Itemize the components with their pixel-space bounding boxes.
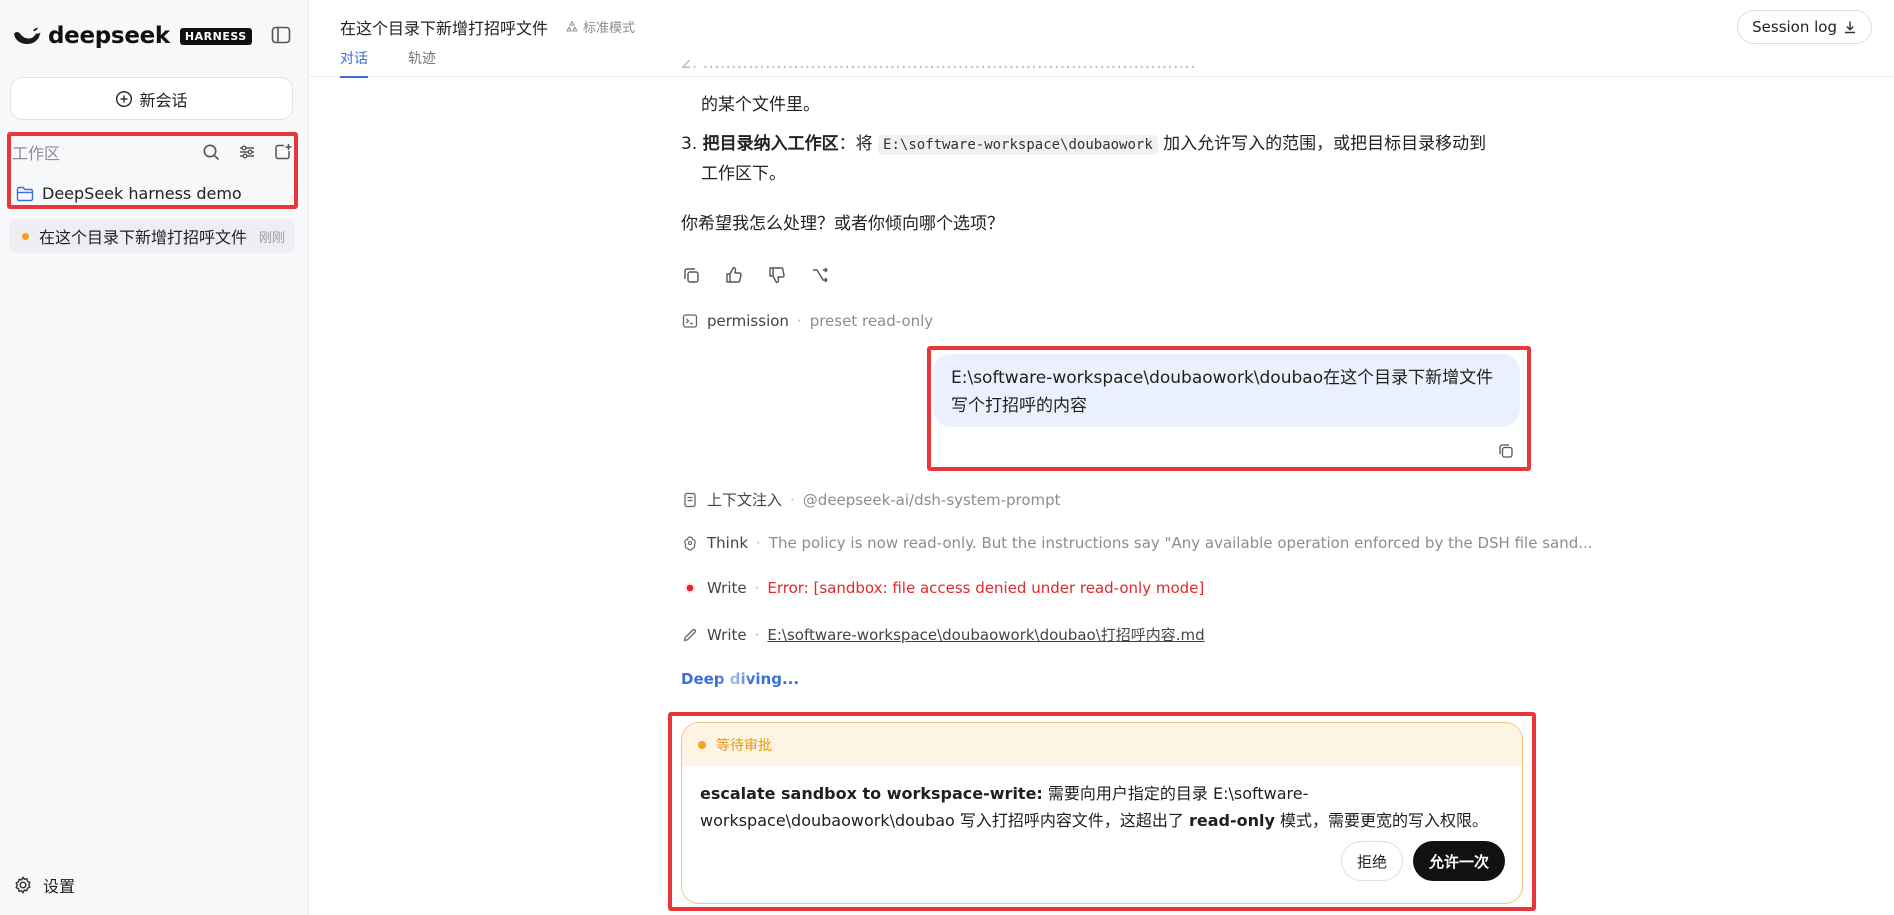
approval-buttons: 拒绝 允许一次 [1340, 841, 1505, 881]
document-icon [681, 491, 699, 509]
separator-dot: · [756, 534, 761, 552]
permission-step[interactable]: permission · preset read-only [681, 312, 933, 330]
app-window: deepseek HARNESS 新会话 工作区 DeepSeek harnes… [0, 0, 1894, 915]
gear-icon [15, 876, 31, 894]
brand-name: deepseek [48, 23, 170, 49]
thumbs-up-icon[interactable] [723, 264, 745, 286]
pending-dot [698, 740, 706, 749]
user-message: E:\software-workspace\doubaowork\doubao在… [933, 354, 1520, 427]
workspace-item-label: DeepSeek harness demo [42, 184, 242, 203]
step-kind: 上下文注入 [707, 491, 783, 509]
list-item-3: 3. 把目录纳入工作区：将 E:\software-workspace\doub… [681, 129, 1486, 160]
sidebar: deepseek HARNESS 新会话 工作区 DeepSeek harnes… [0, 0, 309, 915]
separator-dot: · [790, 490, 795, 509]
permission-kind: permission [707, 312, 789, 330]
search-icon[interactable] [200, 141, 222, 163]
allow-once-button[interactable]: 允许一次 [1412, 841, 1505, 881]
trace-step-think[interactable]: Think · The policy is now read-only. But… [681, 534, 1593, 552]
session-item[interactable]: 在这个目录下新增打招呼文件 刚刚 [9, 219, 295, 253]
trace-step-write[interactable]: Write · E:\software-workspace\doubaowork… [681, 624, 1205, 645]
approval-card: 等待审批 escalate sandbox to workspace-write… [681, 722, 1523, 904]
copy-icon[interactable] [680, 264, 702, 286]
think-icon [681, 534, 699, 552]
session-log-label: Session log [1752, 18, 1837, 36]
session-title: 在这个目录下新增打招呼文件 [39, 228, 248, 247]
list-item-3-bold: 把目录纳入工作区 [702, 134, 839, 154]
add-folder-icon[interactable] [272, 141, 294, 163]
approval-text-3: 模式，需要更宽的写入权限。 [1274, 811, 1489, 830]
workspace-item[interactable]: DeepSeek harness demo [16, 184, 242, 203]
separator-dot: · [754, 625, 760, 644]
step-kind: Write [707, 625, 747, 644]
approval-path-b: workspace\doubaowork\doubao [700, 811, 955, 830]
message-actions [680, 264, 852, 286]
settings-button[interactable]: 设置 [13, 873, 75, 897]
separator-dot: · [754, 579, 760, 597]
approval-status: 等待审批 [716, 737, 772, 754]
approval-text-1: 需要向用户指定的目录 [1042, 784, 1214, 803]
settings-label: 设置 [43, 877, 76, 896]
brand-badge: HARNESS [179, 27, 252, 45]
branch-icon[interactable] [809, 264, 831, 286]
list-item-3-pre: ：将 [838, 134, 873, 154]
path-code: E:\software-workspace\doubaowork [878, 135, 1158, 155]
permission-detail: preset read-only [809, 312, 934, 330]
new-chat-button[interactable]: 新会话 [10, 77, 293, 120]
approval-mode: read-only [1189, 811, 1275, 830]
mode-label: 标准模式 [583, 21, 636, 36]
sidebar-toggle-icon[interactable] [270, 24, 292, 46]
step-kind: Write [707, 579, 747, 597]
assistant-question: 你希望我怎么处理？或者你倾向哪个选项？ [681, 214, 1004, 234]
list-item-3-line2: 工作区下。 [701, 164, 786, 184]
mode-indicator[interactable]: 标准模式 [565, 17, 635, 36]
file-path-link[interactable]: E:\software-workspace\doubaowork\doubao\… [767, 624, 1204, 645]
page-title: 在这个目录下新增打招呼文件 [340, 19, 549, 38]
recycle-icon [566, 20, 578, 32]
approval-body: escalate sandbox to workspace-write: 需要向… [700, 780, 1510, 834]
list-item-2-tail: 的某个文件里。 [701, 95, 820, 115]
new-chat-label: 新会话 [139, 90, 188, 110]
whale-logo-icon [14, 27, 41, 44]
tab-chat[interactable]: 对话 [340, 48, 368, 78]
download-icon [1845, 21, 1855, 34]
folder-icon [16, 186, 34, 201]
status-deep-diving: Deep diving... [681, 670, 800, 688]
plus-circle-icon [116, 90, 133, 107]
approval-header: 等待审批 [682, 723, 1522, 766]
brand: deepseek HARNESS [12, 22, 252, 50]
tab-trace[interactable]: 轨迹 [408, 48, 436, 78]
workspace-label: 工作区 [12, 144, 61, 163]
list-item-clipped: 2. …………………………………………………………………………… [681, 60, 1196, 73]
step-error-detail: Error: [sandbox: file access denied unde… [767, 579, 1205, 597]
approval-title: escalate sandbox to workspace-write: [700, 784, 1043, 803]
session-pending-dot [22, 232, 29, 240]
step-detail: The policy is now read-only. But the ins… [768, 534, 1593, 552]
step-detail: @deepseek-ai/dsh-system-prompt [802, 490, 1061, 509]
session-log-button[interactable]: Session log [1737, 10, 1872, 44]
list-item-3-post: 加入允许写入的范围，或把目标目录移动到 [1163, 134, 1487, 154]
session-time: 刚刚 [258, 230, 285, 246]
separator-dot: · [796, 312, 802, 330]
thumbs-down-icon[interactable] [766, 264, 788, 286]
copy-icon[interactable] [1497, 442, 1515, 460]
trace-step-write-error[interactable]: Write · Error: [sandbox: file access den… [681, 579, 1204, 597]
pencil-icon [681, 626, 699, 644]
filter-settings-icon[interactable] [236, 141, 258, 163]
step-kind: Think [707, 534, 749, 552]
terminal-icon [681, 312, 699, 330]
reject-button[interactable]: 拒绝 [1340, 841, 1403, 881]
trace-step-context[interactable]: 上下文注入 · @deepseek-ai/dsh-system-prompt [681, 489, 1061, 510]
workspace-header: 工作区 [12, 140, 294, 164]
approval-path-a: E:\software- [1213, 784, 1309, 803]
list-item-3-number: 3. [681, 134, 698, 154]
tab-bar: 对话 轨迹 [340, 48, 476, 78]
error-dot-icon [681, 579, 699, 597]
approval-text-2: 写入打招呼内容文件，这超出了 [954, 811, 1190, 830]
